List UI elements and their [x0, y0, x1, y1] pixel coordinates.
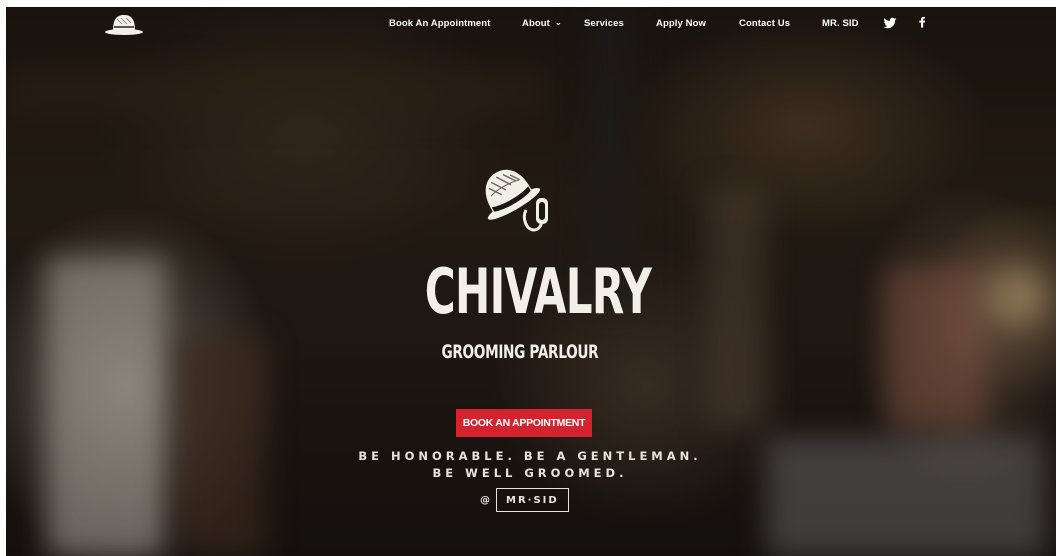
tagline-line-2: BE WELL GROOMED.	[432, 466, 628, 480]
nav-book-appointment[interactable]: Book An Appointment	[389, 18, 490, 29]
nav-mr-sid[interactable]: MR. SID	[822, 18, 859, 29]
tagline-line-1: BE HONORABLE. BE A GENTLEMAN.	[358, 449, 702, 463]
brand-subtitle-row: GROOMING PARLOUR	[400, 341, 640, 363]
twitter-icon[interactable]	[883, 16, 897, 30]
main-nav: Book An Appointment About ⌄ Services Appl…	[0, 18, 1059, 34]
handle-badge[interactable]: MR·SID	[496, 488, 569, 512]
facebook-icon[interactable]	[915, 16, 929, 30]
brand-title: CHIVALRY	[424, 255, 652, 328]
at-symbol: @	[480, 494, 490, 506]
bowler-hat-hook-icon	[485, 169, 548, 232]
nav-about[interactable]: About ⌄	[522, 18, 562, 29]
handle-row: @ MR·SID	[480, 488, 569, 512]
brand-subtitle: GROOMING PARLOUR	[441, 341, 599, 363]
chevron-down-icon: ⌄	[554, 18, 562, 27]
nav-services[interactable]: Services	[584, 18, 624, 29]
nav-contact-us[interactable]: Contact Us	[739, 18, 790, 29]
nav-about-label: About	[522, 18, 550, 29]
book-appointment-button[interactable]: BOOK AN APPOINTMENT	[456, 409, 592, 437]
nav-apply-now[interactable]: Apply Now	[656, 18, 706, 29]
